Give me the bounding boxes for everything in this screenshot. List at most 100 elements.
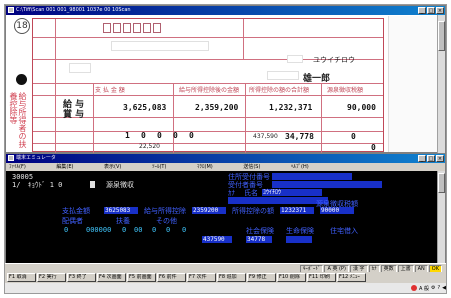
- terminal-minimize-button[interactable]: _: [418, 155, 426, 162]
- row-val-7: 0: [182, 226, 187, 234]
- field-kana-name[interactable]: ﾕｳｲﾁﾛｳ: [262, 189, 322, 196]
- redacted-field: [69, 63, 91, 73]
- label-deduct: 給与所得控除: [144, 207, 186, 215]
- fkey-9[interactable]: F9 修正: [247, 273, 276, 282]
- menu-tools[interactable]: ﾂｰﾙ(T): [149, 164, 166, 170]
- fkey-12[interactable]: F12 ﾒﾆｭｰ: [337, 273, 366, 282]
- label-dependents: 扶養: [116, 217, 130, 225]
- fkey-2[interactable]: F2 実行: [37, 273, 66, 282]
- label-other: その他: [156, 217, 177, 225]
- scan-margin: [388, 16, 438, 152]
- row-val-3: 0: [122, 226, 127, 234]
- field-deduct[interactable]: 2359200: [192, 207, 226, 214]
- lower-amount-1: 22,520: [139, 143, 160, 150]
- col-header-tax: 源泉徴収税額: [327, 87, 364, 94]
- lower-amount-2: 437,590: [253, 133, 278, 140]
- menu-edit[interactable]: 編集(E): [53, 164, 73, 170]
- fkey-6[interactable]: F6 前件: [157, 273, 186, 282]
- field-addr-no[interactable]: [272, 173, 352, 180]
- field-recv-no[interactable]: [272, 181, 382, 188]
- viewer-scrollbar[interactable]: [437, 15, 445, 153]
- volume-icon[interactable]: ◀: [442, 285, 446, 291]
- lower-value-1: 1: [125, 131, 130, 140]
- terminal-maximize-button[interactable]: □: [427, 155, 435, 162]
- field-total-deduct[interactable]: 1232371: [280, 207, 314, 214]
- row-val-2: 000000: [86, 226, 112, 234]
- function-key-bar: F1 取消 F2 実行 F3 終了 F4 次画面 F5 前画面 F6 前件 F7…: [5, 272, 446, 283]
- fkey-3[interactable]: F3 終了: [67, 273, 96, 282]
- row-label-bonus: 賞 与: [63, 110, 85, 120]
- field-social-ins[interactable]: 437590: [202, 236, 232, 243]
- menu-send[interactable]: 送信(S): [240, 164, 260, 170]
- lower-value-3: 0: [157, 131, 162, 140]
- terminal-titlebar[interactable]: 端末エミュレータ _ □ ×: [6, 154, 445, 163]
- label-total-deduct: 所得控除の額: [232, 207, 274, 215]
- form-number-badge: 18: [14, 18, 30, 34]
- field-tax[interactable]: 90000: [320, 207, 354, 214]
- label-social-ins: 社会保険: [246, 227, 274, 235]
- amount-after-deduct: 2,359,200: [195, 103, 239, 112]
- redacted-surname-kanji: [267, 71, 299, 80]
- minimize-button[interactable]: _: [418, 7, 426, 14]
- fkey-5[interactable]: F5 前画面: [127, 273, 156, 282]
- field-name[interactable]: [228, 197, 328, 204]
- lower-amount-4: 0: [351, 132, 356, 141]
- form-grid: ユウイチロウ 雄一郎 支 払 金 額 給与所得控除後の金額 所得控除の額の合計額…: [32, 18, 384, 159]
- field-housing-empty[interactable]: [286, 236, 312, 243]
- row-val-6: 0: [166, 226, 171, 234]
- label-housing-loan: 住宅借入: [330, 227, 358, 235]
- menu-macro[interactable]: ﾏｸﾛ(M): [194, 164, 213, 170]
- viewer-titlebar[interactable]: C:\Tiff\Scan 001 001_98001 1037e 00 10Sc…: [6, 6, 445, 15]
- fkey-4[interactable]: F4 次画面: [97, 273, 126, 282]
- help-icon[interactable]: ?: [437, 285, 440, 291]
- menu-view[interactable]: 表示(V): [101, 164, 121, 170]
- row-val-4: 00: [134, 226, 143, 234]
- col-header-after-deduct: 給与所得控除後の金額: [179, 87, 240, 94]
- fkey-10[interactable]: F10 削除: [277, 273, 306, 282]
- lower-amount-3: 34,778: [285, 132, 314, 141]
- close-button[interactable]: ×: [436, 7, 444, 14]
- redacted-address: [111, 41, 209, 51]
- lower-amount-5: 0: [371, 143, 376, 152]
- terminal-menubar: ﾌｧｲﾙ(F) 編集(E) 表示(V) ﾂｰﾙ(T) ﾏｸﾛ(M) 送信(S) …: [6, 163, 445, 171]
- app-icon: [8, 7, 14, 13]
- row-val-1: 0: [64, 226, 69, 234]
- viewer-title: C:\Tiff\Scan 001 001_98001 1037e 00 10Sc…: [16, 7, 131, 13]
- form-vertical-title: 給与所得者の扶養控除等: [9, 92, 27, 148]
- terminal-window: 端末エミュレータ _ □ × ﾌｧｲﾙ(F) 編集(E) 表示(V) ﾂｰﾙ(T…: [5, 153, 446, 264]
- text-cursor: [90, 181, 95, 188]
- menu-help[interactable]: ﾍﾙﾌﾟ(H): [288, 164, 309, 170]
- col-header-pay: 支 払 金 額: [95, 87, 125, 94]
- lower-value-4: 0: [173, 131, 178, 140]
- lower-value-2: 0: [141, 131, 146, 140]
- field-life-ins[interactable]: 34778: [246, 236, 272, 243]
- row-val-5: 0: [152, 226, 157, 234]
- fkey-7[interactable]: F7 次件: [187, 273, 216, 282]
- field-pay[interactable]: 3625083: [104, 207, 138, 214]
- terminal-close-button[interactable]: ×: [436, 155, 444, 162]
- terminal-app-icon: [8, 155, 14, 161]
- label-pay: 支払金額: [62, 207, 90, 215]
- amount-tax: 90,000: [347, 103, 376, 112]
- terminal-scrollbar[interactable]: [437, 171, 445, 264]
- tray-ime-label: A 般: [418, 285, 429, 292]
- menu-file[interactable]: ﾌｧｲﾙ(F): [6, 164, 26, 170]
- terminal-screen[interactable]: 30005 1/ ｷｮｳﾄﾞ 1 0 源泉徴収 住所受付番号 受付者番号 ｶﾅ …: [6, 171, 439, 264]
- scanned-form: 18 給与所得者の扶養控除等 ユウイチロウ 雄一郎 支 払 金 額 給与所得控除…: [9, 18, 386, 159]
- label-spouse: 配偶者: [62, 217, 83, 225]
- settings-icon[interactable]: ⚙: [431, 285, 435, 291]
- fkey-11[interactable]: F11 印刷: [307, 273, 336, 282]
- fkey-8[interactable]: F8 追加: [217, 273, 246, 282]
- kana-name: ユウイチロウ: [313, 56, 355, 64]
- image-viewer-window: C:\Tiff\Scan 001 001_98001 1037e 00 10Sc…: [5, 5, 446, 159]
- ime-icon[interactable]: [410, 285, 417, 291]
- label-recv-no: 受付者番号: [228, 181, 263, 189]
- label-addr-no: 住所受付番号: [228, 173, 270, 181]
- maximize-button[interactable]: □: [427, 7, 435, 14]
- system-tray: A 般 ⚙ ? ◀: [410, 283, 446, 293]
- screen-page: 1/: [12, 181, 21, 189]
- label-name: 氏名: [244, 189, 258, 197]
- fkey-1[interactable]: F1 取消: [7, 273, 36, 282]
- redacted-surname: [287, 55, 303, 63]
- label-life-ins: 生命保険: [286, 227, 314, 235]
